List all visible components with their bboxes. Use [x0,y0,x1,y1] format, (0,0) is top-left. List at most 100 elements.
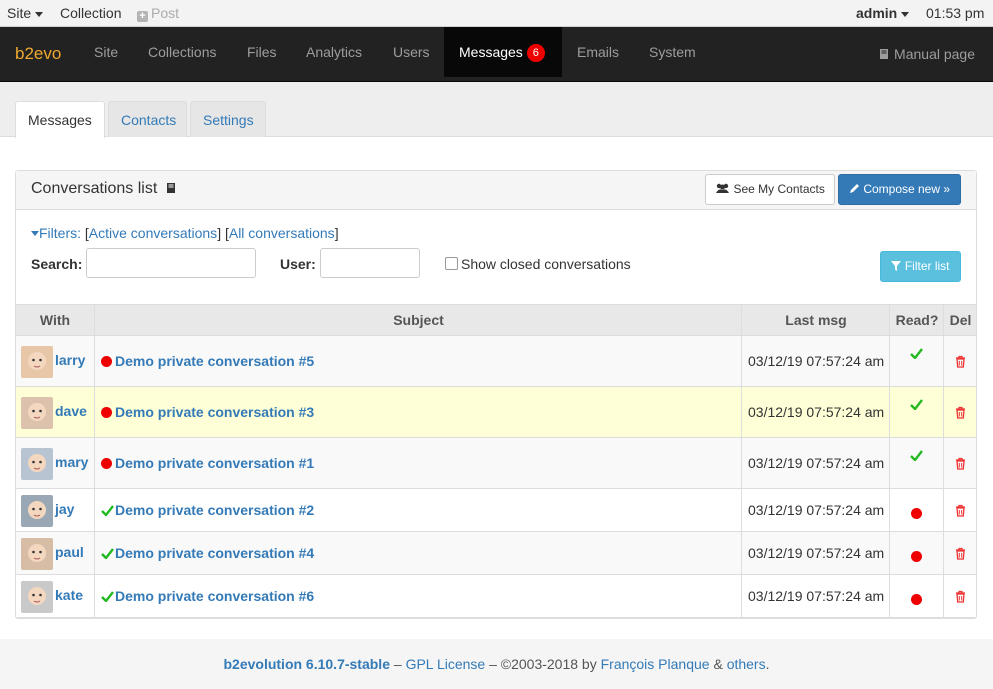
user-link[interactable]: jay [55,501,74,517]
tab-contacts[interactable]: Contacts [108,101,187,137]
read-cell [889,575,943,617]
tab-messages[interactable]: Messages [15,101,105,138]
trash-icon[interactable] [944,355,976,371]
subject-link[interactable]: Demo private conversation #4 [101,545,314,561]
user-link[interactable]: kate [55,587,83,603]
brand-logo[interactable]: b2evo [15,44,61,64]
table-row: jay Demo private conversation #2 03/12/19 … [16,489,976,532]
last-msg-cell: 03/12/19 07:57:24 am [741,532,889,574]
read-cell [889,336,943,386]
subject-link[interactable]: Demo private conversation #6 [101,588,314,604]
avatar[interactable] [21,448,53,480]
user-link[interactable]: dave [55,403,87,419]
user-link[interactable]: mary [55,454,88,470]
trash-icon[interactable] [944,590,976,606]
site-menu[interactable]: Site [7,5,44,21]
subject-cell: Demo private conversation #1 [94,438,741,488]
author-link[interactable]: François Planque [601,656,710,672]
compose-new-button[interactable]: Compose new » [838,174,961,205]
avatar[interactable] [21,538,53,570]
search-label: Search: [31,256,83,272]
active-conversations-link[interactable]: Active conversations [89,225,217,241]
col-last-msg[interactable]: Last msg [741,305,890,335]
avatar[interactable] [21,495,53,527]
book-icon [880,49,889,59]
unread-dot-icon [101,407,112,418]
subtabs-bar: Messages Contacts Settings [0,82,993,138]
nav-system[interactable]: System [634,27,711,77]
subject-link[interactable]: Demo private conversation #5 [101,353,314,369]
product-link[interactable]: b2evolution 6.10.7-stable [223,656,390,672]
user-menu-label: admin [856,5,898,21]
manual-page-link[interactable]: Manual page [878,46,975,62]
nav-users[interactable]: Users [378,27,445,77]
main-navbar: b2evo Site Collections Files Analytics U… [0,27,993,82]
trash-icon[interactable] [944,504,976,520]
license-link[interactable]: GPL License [406,656,486,672]
filter-list-label: Filter list [904,259,950,273]
unread-dot-icon [101,356,112,367]
user-input[interactable] [320,248,420,278]
user-link[interactable]: larry [55,352,85,368]
pencil-icon [849,184,859,193]
table-row: kate Demo private conversation #6 03/12/19… [16,575,976,618]
read-check-icon [910,450,923,462]
read-status [890,548,943,564]
read-status [890,505,943,521]
filter-list-button[interactable]: Filter list [880,251,961,282]
read-cell [889,438,943,488]
nav-site[interactable]: Site [79,27,133,77]
avatar[interactable] [21,581,53,613]
users-icon [716,183,730,193]
book-icon[interactable] [165,182,177,194]
read-check-icon [910,399,923,411]
all-conversations-link[interactable]: All conversations [229,225,335,241]
user-link[interactable]: paul [55,544,84,560]
delete-cell [943,438,976,488]
user-menu[interactable]: admin [856,5,910,21]
avatar[interactable] [21,346,53,378]
nav-messages[interactable]: Messages 6 [444,27,562,77]
nav-analytics[interactable]: Analytics [291,27,377,77]
footer-text: b2evolution 6.10.7-stable – GPL License … [0,656,993,672]
footer-end: . [765,656,770,672]
unread-dot-icon [101,458,112,469]
panel-title: Conversations list [31,180,177,198]
chevron-down-icon [901,11,910,17]
unread-status-dot-icon [911,551,922,562]
avatar[interactable] [21,397,53,429]
with-cell: kate [16,575,94,617]
tab-settings[interactable]: Settings [190,101,266,137]
last-msg-date: 03/12/19 07:57:24 am [748,545,885,561]
conversations-panel: Conversations list See My Contacts Compo… [15,170,977,619]
trash-icon[interactable] [944,547,976,563]
footer: b2evolution 6.10.7-stable – GPL License … [0,639,993,689]
trash-icon[interactable] [944,457,976,473]
collection-menu[interactable]: Collection [60,5,121,21]
nav-collections[interactable]: Collections [133,27,231,77]
subject-link[interactable]: Demo private conversation #3 [101,404,314,420]
read-status [890,397,943,413]
show-closed-checkbox[interactable] [445,257,458,270]
subject-text: Demo private conversation #6 [115,588,315,604]
show-closed-label: Show closed conversations [461,256,631,272]
caret-down-icon [31,231,39,236]
with-cell: paul [16,532,94,574]
col-with[interactable]: With [16,305,94,335]
subject-cell: Demo private conversation #4 [94,532,741,574]
last-msg-date: 03/12/19 07:57:24 am [748,502,885,518]
read-status [890,448,943,464]
nav-files[interactable]: Files [232,27,292,77]
search-input[interactable] [86,248,256,278]
nav-emails[interactable]: Emails [562,27,634,77]
subject-link[interactable]: Demo private conversation #1 [101,455,314,471]
others-link[interactable]: others [727,656,766,672]
subject-link[interactable]: Demo private conversation #2 [101,502,314,518]
col-subject[interactable]: Subject [94,305,742,335]
see-my-contacts-button[interactable]: See My Contacts [705,174,835,205]
with-cell: jay [16,489,94,531]
filters-toggle[interactable]: Filters: [31,225,85,241]
post-menu[interactable]: + Post [137,5,179,22]
last-msg-cell: 03/12/19 07:57:24 am [741,438,889,488]
trash-icon[interactable] [944,406,976,422]
